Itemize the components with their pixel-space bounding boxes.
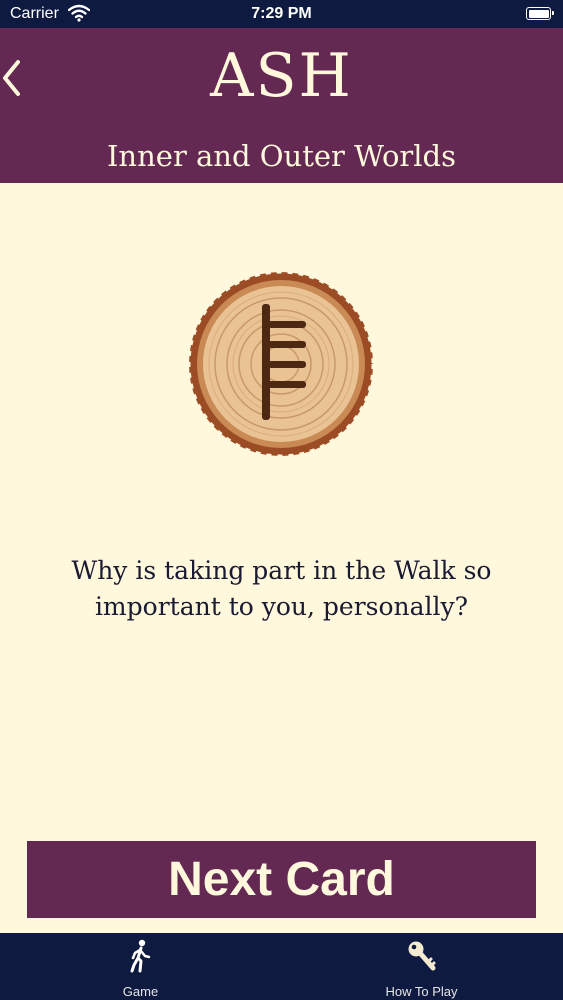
- app-title: ASH: [210, 41, 353, 111]
- question-text: Why is taking part in the Walk so import…: [71, 556, 492, 621]
- tab-label: Game: [122, 984, 159, 999]
- tab-bar: Game How To Play: [0, 933, 563, 1000]
- status-bar: Carrier 7:29 PM: [0, 0, 563, 28]
- ogham-ash-rune-icon: [187, 270, 375, 458]
- next-card-button[interactable]: Next Card: [27, 841, 536, 918]
- card-title: Inner and Outer Worlds: [106, 139, 457, 173]
- tab-how-to-play[interactable]: How To Play: [281, 933, 562, 1000]
- status-time: 7:29 PM: [251, 5, 312, 22]
- tab-label: How To Play: [385, 984, 458, 999]
- tab-game[interactable]: Game: [0, 933, 281, 1000]
- battery-icon: [526, 7, 554, 20]
- key-icon: [408, 941, 435, 971]
- card-area: Why is taking part in the Walk so import…: [0, 183, 563, 933]
- walking-person-icon: [130, 939, 150, 973]
- header: ASH Inner and Outer Worlds: [0, 28, 563, 183]
